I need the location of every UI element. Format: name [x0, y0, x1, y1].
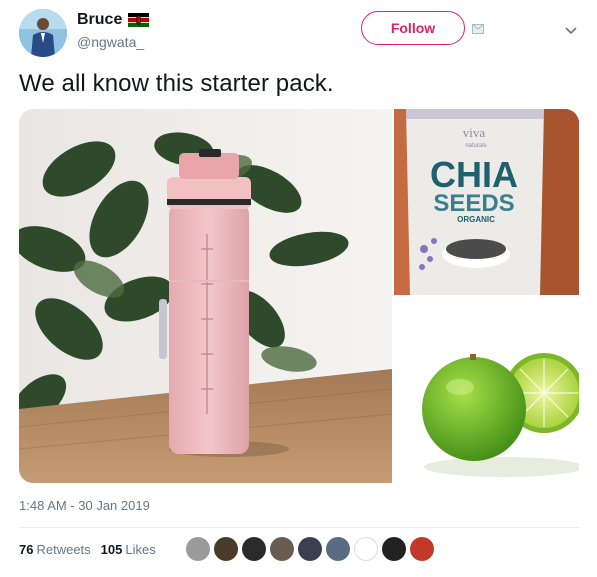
liker-avatar[interactable]	[354, 537, 378, 561]
tweet-timestamp[interactable]: 1:48 AM - 30 Jan 2019	[19, 498, 150, 513]
retweets-stat[interactable]: 76 Retweets	[19, 542, 91, 557]
likes-stat[interactable]: 105 Likes	[101, 542, 156, 557]
divider	[19, 527, 579, 528]
tweet-text: We all know this starter pack.	[19, 70, 334, 97]
chia-seeds-image[interactable]: viva naturals CHIA SEEDS ORGANIC	[394, 109, 579, 295]
liker-avatar[interactable]	[326, 537, 350, 561]
kenya-flag-icon	[128, 13, 150, 27]
retweets-count: 76	[19, 542, 34, 557]
chia-sub: ORGANIC	[457, 215, 495, 224]
likes-label: Likes	[125, 542, 156, 557]
tweet-stats: 76 Retweets 105 Likes	[19, 542, 156, 557]
chia-title-2: SEEDS	[433, 190, 514, 217]
user-handle[interactable]: @ngwata_	[77, 34, 144, 50]
name-row: Bruce	[77, 11, 150, 29]
chia-brand-text: viva	[463, 125, 486, 140]
liker-avatar[interactable]	[242, 537, 266, 561]
direct-message-icon[interactable]	[472, 22, 484, 34]
likers-avatars	[186, 537, 434, 563]
water-bottle-image[interactable]	[19, 109, 393, 483]
chia-title-1: CHIA	[430, 154, 518, 195]
media-grid: viva naturals CHIA SEEDS ORGANIC	[19, 109, 579, 483]
liker-avatar[interactable]	[410, 537, 434, 561]
tweet-header: Bruce @ngwata_ Follow	[19, 9, 589, 57]
liker-avatar[interactable]	[186, 537, 210, 561]
display-name[interactable]: Bruce	[77, 11, 122, 29]
chevron-down-icon[interactable]	[564, 23, 578, 35]
likes-count: 105	[100, 542, 123, 557]
liker-avatar[interactable]	[270, 537, 294, 561]
limes-image[interactable]	[394, 297, 579, 483]
follow-button[interactable]: Follow	[361, 11, 465, 45]
avatar[interactable]	[19, 9, 67, 57]
retweets-label: Retweets	[36, 542, 91, 557]
liker-avatar[interactable]	[214, 537, 238, 561]
chia-brand-sub: naturals	[465, 143, 486, 149]
liker-avatar[interactable]	[298, 537, 322, 561]
liker-avatar[interactable]	[382, 537, 406, 561]
